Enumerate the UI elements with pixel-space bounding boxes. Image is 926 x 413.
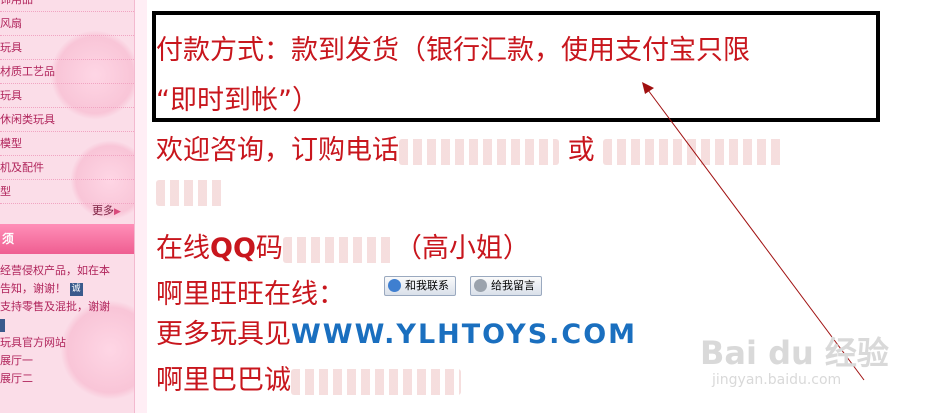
notice-link[interactable]: 展厅一 — [0, 352, 134, 370]
notice-line: 支持零售及混批，谢谢 — [0, 300, 110, 313]
sidebar-item[interactable]: 模型 — [0, 132, 134, 156]
notice-link[interactable]: 展厅二 — [0, 370, 134, 388]
sidebar-item[interactable]: 玩具 — [0, 84, 134, 108]
sidebar-item[interactable]: 玩具 — [0, 36, 134, 60]
notice-link[interactable]: 玩具官方网站 — [0, 334, 134, 352]
triangle-right-icon: ▶ — [114, 207, 121, 217]
badge-icon — [0, 318, 5, 332]
more-link[interactable]: 更多▶ — [92, 202, 121, 218]
notice-line: 经营侵权产品，如在本 — [0, 264, 110, 277]
sidebar-item[interactable]: 风扇 — [0, 12, 134, 36]
sidebar-item[interactable]: 机及配件 — [0, 156, 134, 180]
page-gutter — [135, 0, 147, 413]
sidebar-item[interactable]: 型 — [0, 180, 134, 204]
section-header: 须 — [0, 224, 134, 254]
notice-line — [0, 316, 134, 334]
section-label: 须 — [2, 232, 15, 246]
badge-icon: 诚 — [69, 282, 83, 296]
left-sidebar: 饰用品 风扇 玩具 材质工艺品 玩具 休闲类玩具 模型 机及配件 型 更多▶ 须… — [0, 0, 135, 413]
sidebar-item[interactable]: 材质工艺品 — [0, 60, 134, 84]
more-label: 更多 — [92, 204, 114, 217]
sidebar-item[interactable]: 休闲类玩具 — [0, 108, 134, 132]
watermark-logo: Bai du 经验 — [700, 334, 889, 372]
watermark-url: jingyan.baidu.com — [712, 372, 842, 388]
sidebar-item[interactable]: 饰用品 — [0, 0, 134, 12]
notice-block: 经营侵权产品，如在本 告知，谢谢！ 诚 支持零售及混批，谢谢 玩具官方网站 展厅… — [0, 262, 134, 388]
category-list: 饰用品 风扇 玩具 材质工艺品 玩具 休闲类玩具 模型 机及配件 型 — [0, 0, 134, 204]
notice-line: 告知，谢谢！ 诚 — [0, 280, 134, 298]
notice-text: 告知，谢谢！ — [0, 282, 66, 295]
